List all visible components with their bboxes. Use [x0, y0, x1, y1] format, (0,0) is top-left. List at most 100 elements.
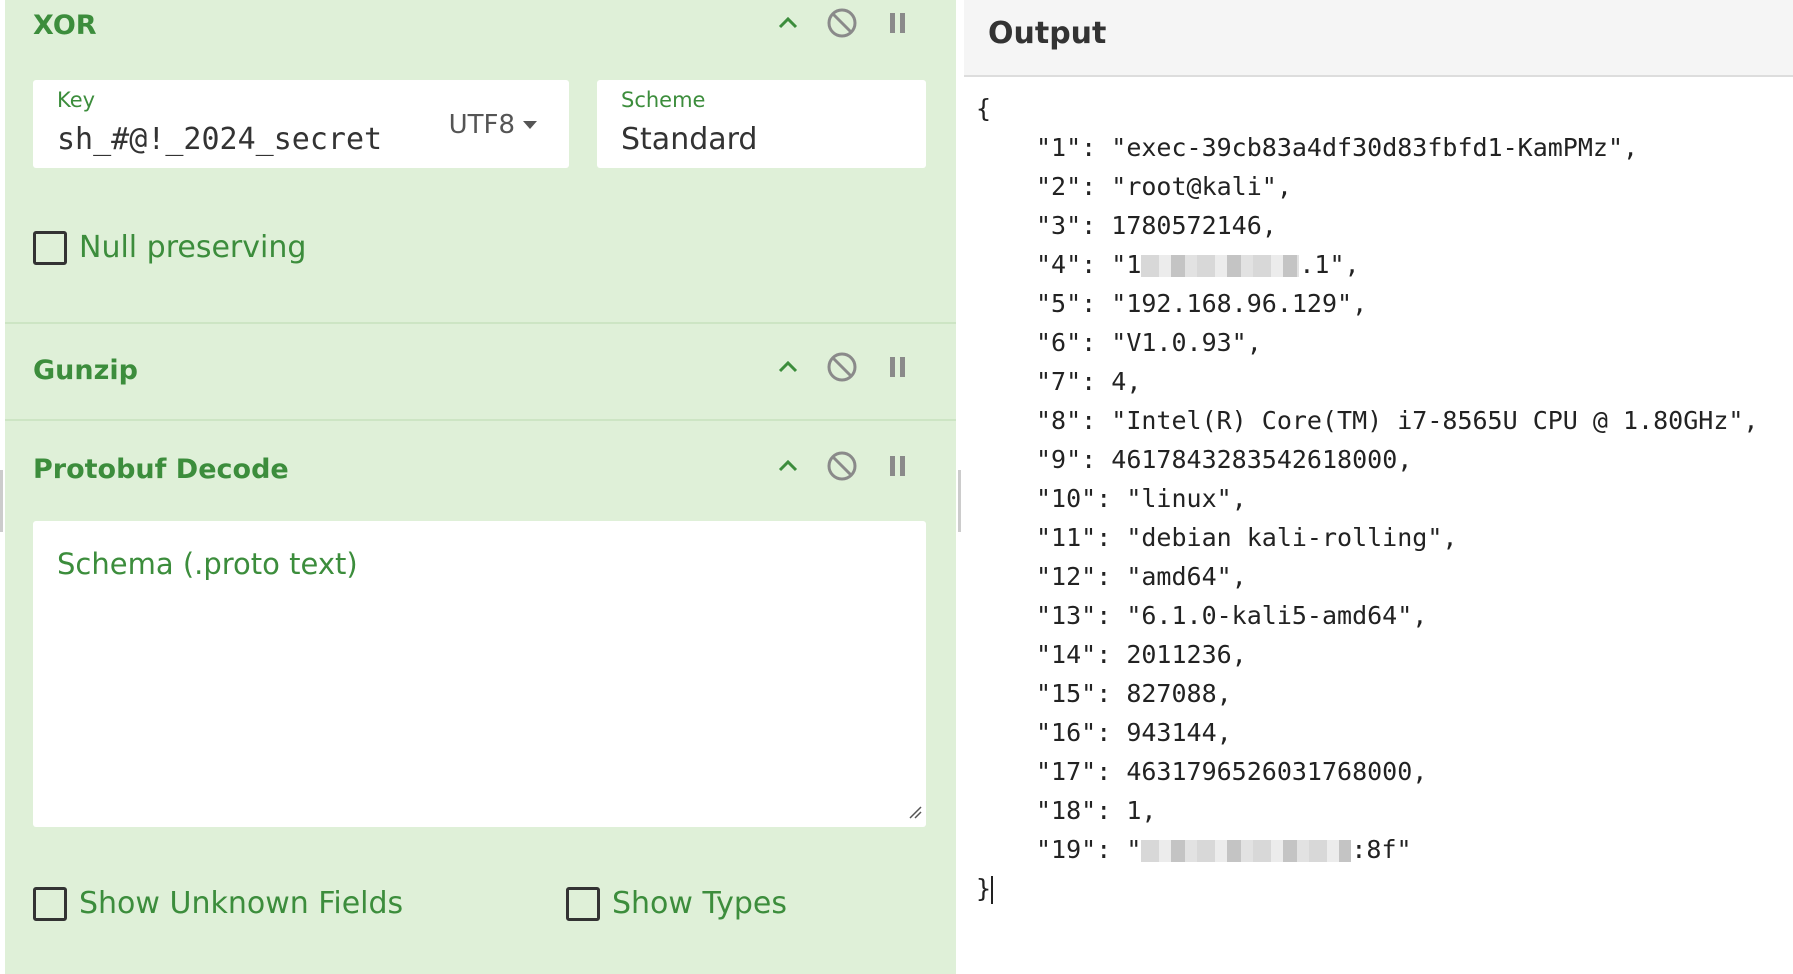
gunzip-title: Gunzip	[33, 355, 138, 386]
schema-placeholder: Schema (.proto text)	[57, 547, 358, 581]
output-value: "linux",	[1126, 484, 1247, 513]
show-types-label: Show Types	[612, 886, 788, 921]
output-value-end: :8f"	[1351, 835, 1412, 864]
redacted-blur	[1141, 255, 1300, 277]
output-key: "2":	[1036, 172, 1112, 201]
schema-textarea[interactable]: Schema (.proto text)	[33, 521, 926, 827]
key-field[interactable]: Key sh_#@!_2024_secret UTF8	[33, 80, 569, 168]
output-line: "15": 827088,	[1036, 676, 1232, 712]
output-line: "9": 4617843283542618000,	[1036, 442, 1412, 478]
recipe-panel: XOR Key sh_#@!_2024_secret UTF8 Scheme S…	[0, 0, 956, 974]
scheme-label: Scheme	[621, 88, 706, 112]
xor-operation: XOR Key sh_#@!_2024_secret UTF8 Scheme S…	[5, 0, 956, 322]
scheme-select[interactable]: Standard	[621, 122, 757, 157]
output-header: Output	[964, 0, 1793, 77]
show-unknown-fields-row[interactable]: Show Unknown Fields	[33, 886, 403, 921]
pause-icon[interactable]	[881, 6, 915, 40]
scheme-field[interactable]: Scheme Standard	[597, 80, 926, 168]
output-line: "8": "Intel(R) Core(TM) i7-8565U CPU @ 1…	[1036, 403, 1758, 439]
caret-down-icon	[523, 121, 537, 129]
output-line: "11": "debian kali-rolling",	[1036, 520, 1457, 556]
panel-resize-grip[interactable]	[958, 470, 961, 532]
output-key: "4":	[1036, 250, 1112, 279]
output-key: "1":	[1036, 133, 1112, 162]
output-value: 4617843283542618000,	[1111, 445, 1413, 474]
key-encoding-value: UTF8	[448, 110, 515, 140]
output-line: "14": 2011236,	[1036, 637, 1247, 673]
output-close-line: }	[976, 871, 994, 907]
output-value-start: "	[1126, 835, 1142, 864]
null-preserving-label: Null preserving	[79, 230, 307, 265]
output-value: 827088,	[1126, 679, 1232, 708]
output-value: 4,	[1111, 367, 1142, 396]
output-value: "192.168.96.129",	[1111, 289, 1368, 318]
resize-handle-icon[interactable]	[908, 804, 922, 823]
output-panel: Output { "1": "exec-39cb83a4df30d83fbfd1…	[964, 0, 1793, 974]
output-line: "17": 4631796526031768000,	[1036, 754, 1427, 790]
output-key: "10":	[1036, 484, 1127, 513]
output-value: 943144,	[1126, 718, 1232, 747]
chevron-up-icon[interactable]	[771, 6, 805, 40]
resize-grip[interactable]	[0, 470, 3, 532]
output-line: "19": " :8f"	[1036, 832, 1412, 868]
output-value: 2011236,	[1126, 640, 1247, 669]
null-preserving-checkbox[interactable]	[33, 230, 67, 265]
output-line: "12": "amd64",	[1036, 559, 1247, 595]
output-line: "16": 943144,	[1036, 715, 1232, 751]
key-input[interactable]: sh_#@!_2024_secret	[57, 122, 382, 157]
output-line: "5": "192.168.96.129",	[1036, 286, 1367, 322]
output-key: "8":	[1036, 406, 1112, 435]
pause-icon[interactable]	[881, 449, 915, 483]
output-value: "amd64",	[1126, 562, 1247, 591]
gunzip-operation: Gunzip	[5, 324, 956, 419]
output-key: "19":	[1036, 835, 1127, 864]
output-value: 1780572146,	[1111, 211, 1277, 240]
output-value: 1,	[1126, 796, 1157, 825]
panel-gutter[interactable]	[956, 0, 964, 974]
chevron-up-icon[interactable]	[771, 350, 805, 384]
output-key: "7":	[1036, 367, 1112, 396]
disable-icon[interactable]	[825, 449, 859, 483]
output-value: "root@kali",	[1111, 172, 1292, 201]
disable-icon[interactable]	[825, 6, 859, 40]
show-types-row[interactable]: Show Types	[566, 886, 787, 921]
output-line: "6": "V1.0.93",	[1036, 325, 1262, 361]
key-encoding-dropdown[interactable]: UTF8	[449, 110, 537, 140]
output-key: "3":	[1036, 211, 1112, 240]
pause-icon[interactable]	[881, 350, 915, 384]
output-key: "14":	[1036, 640, 1127, 669]
output-value: "V1.0.93",	[1111, 328, 1262, 357]
output-line: "2": "root@kali",	[1036, 169, 1292, 205]
output-key: "5":	[1036, 289, 1112, 318]
show-unknown-fields-label: Show Unknown Fields	[79, 886, 404, 921]
output-line: "4": "1 .1",	[1036, 247, 1360, 283]
output-value-start: "1	[1111, 250, 1142, 279]
output-value-end: .1",	[1299, 250, 1360, 279]
show-unknown-fields-checkbox[interactable]	[33, 886, 67, 921]
chevron-up-icon[interactable]	[771, 449, 805, 483]
protobuf-decode-title: Protobuf Decode	[33, 454, 289, 485]
output-key: "18":	[1036, 796, 1127, 825]
output-title: Output	[988, 16, 1107, 51]
output-key: "6":	[1036, 328, 1112, 357]
key-label: Key	[57, 88, 96, 112]
output-line: "10": "linux",	[1036, 481, 1247, 517]
output-key: "16":	[1036, 718, 1127, 747]
output-value: 4631796526031768000,	[1126, 757, 1428, 786]
output-line: "1": "exec-39cb83a4df30d83fbfd1-KamPMz",	[1036, 130, 1638, 166]
output-key: "13":	[1036, 601, 1127, 630]
output-value: "Intel(R) Core(TM) i7-8565U CPU @ 1.80GH…	[1111, 406, 1759, 435]
output-key: "15":	[1036, 679, 1127, 708]
disable-icon[interactable]	[825, 350, 859, 384]
output-key: "11":	[1036, 523, 1127, 552]
output-close-brace: }	[976, 874, 992, 903]
output-line: "3": 1780572146,	[1036, 208, 1277, 244]
output-line: "13": "6.1.0-kali5-amd64",	[1036, 598, 1427, 634]
show-types-checkbox[interactable]	[566, 886, 600, 921]
null-preserving-row[interactable]: Null preserving	[33, 230, 306, 265]
output-line: "18": 1,	[1036, 793, 1156, 829]
output-value: "debian kali-rolling",	[1126, 523, 1458, 552]
output-open-brace: {	[976, 94, 992, 123]
output-line: "7": 4,	[1036, 364, 1141, 400]
output-key: "9":	[1036, 445, 1112, 474]
